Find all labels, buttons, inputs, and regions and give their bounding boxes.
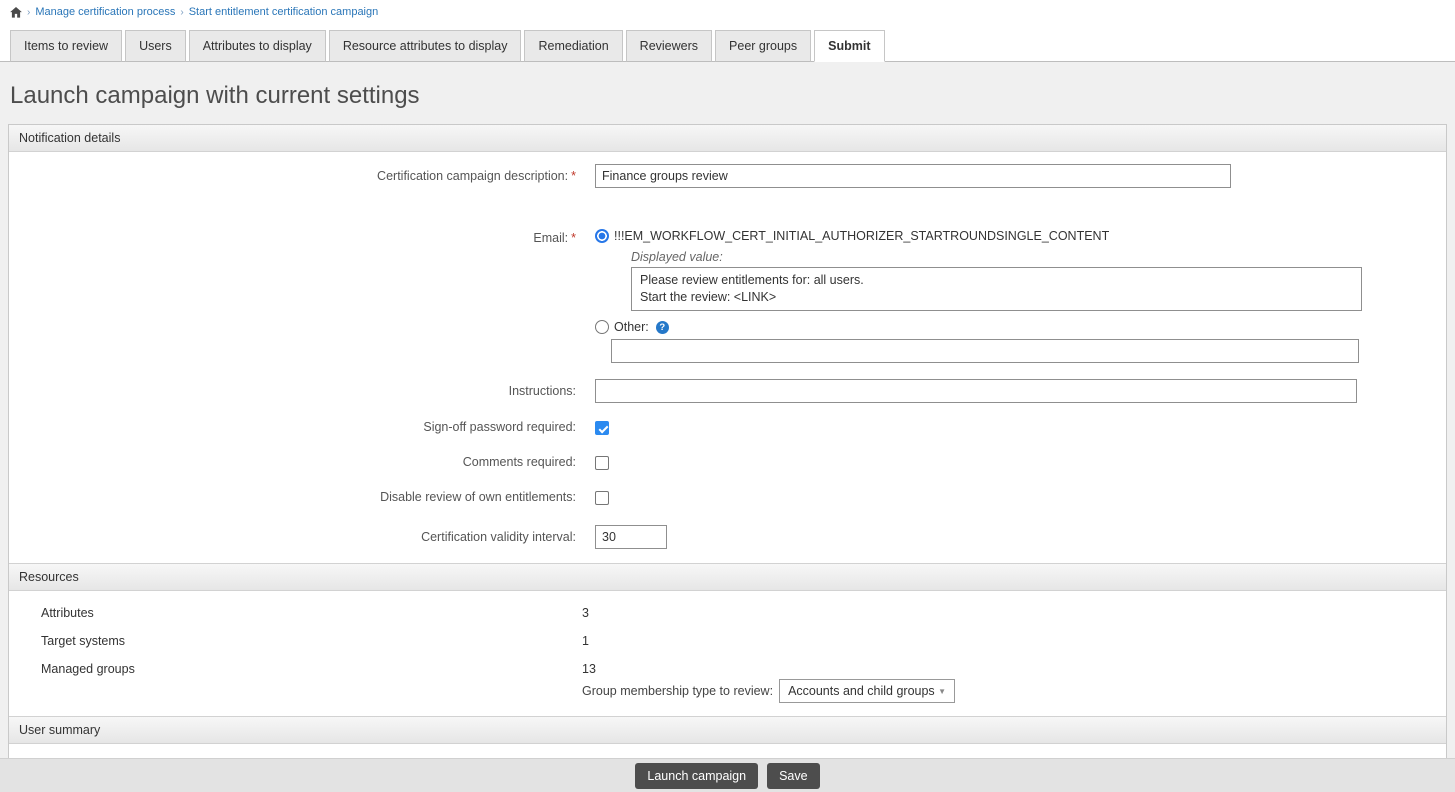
tab-items-to-review[interactable]: Items to review — [10, 30, 122, 62]
email-other-label: Other: — [614, 320, 649, 334]
user-summary-header: User summary — [9, 716, 1446, 744]
email-label: Email:* — [9, 229, 595, 245]
resources-header: Resources — [9, 563, 1446, 591]
tab-bar: Items to review Users Attributes to disp… — [0, 20, 1455, 62]
disable-own-entitlements-checkbox[interactable] — [595, 491, 609, 505]
tab-resource-attributes-to-display[interactable]: Resource attributes to display — [329, 30, 522, 62]
tab-reviewers[interactable]: Reviewers — [626, 30, 712, 62]
attributes-value: 3 — [574, 606, 1446, 620]
launch-campaign-button[interactable]: Launch campaign — [635, 763, 758, 789]
email-row: Email:* !!!EM_WORKFLOW_CERT_INITIAL_AUTH… — [9, 229, 1446, 363]
disable-own-entitlements-label: Disable review of own entitlements: — [9, 490, 595, 504]
email-preview-box: Please review entitlements for: all user… — [631, 267, 1362, 311]
breadcrumb-separator: › — [27, 7, 30, 18]
group-membership-type-select[interactable]: Accounts and child groups ▼ — [779, 679, 955, 703]
validity-interval-row: Certification validity interval: — [9, 525, 1446, 549]
settings-panel: Notification details Certification campa… — [8, 124, 1447, 758]
instructions-row: Instructions: — [9, 379, 1446, 403]
breadcrumb-link-manage-certification[interactable]: Manage certification process — [35, 6, 175, 18]
validity-interval-input[interactable] — [595, 525, 667, 549]
comments-required-checkbox[interactable] — [595, 456, 609, 470]
instructions-label: Instructions: — [9, 379, 595, 398]
main-content: Launch campaign with current settings No… — [0, 62, 1455, 758]
managed-groups-label: Managed groups — [9, 662, 574, 703]
notification-details-header: Notification details — [9, 125, 1446, 152]
disable-own-entitlements-row: Disable review of own entitlements: — [9, 490, 1446, 510]
attributes-label: Attributes — [9, 606, 574, 620]
tab-submit[interactable]: Submit — [814, 30, 884, 62]
comments-required-row: Comments required: — [9, 455, 1446, 475]
managed-groups-value: 13 — [582, 662, 1446, 676]
required-marker: * — [571, 169, 576, 183]
email-template-option-label: !!!EM_WORKFLOW_CERT_INITIAL_AUTHORIZER_S… — [614, 229, 1109, 243]
signoff-password-row: Sign-off password required: — [9, 420, 1446, 440]
signoff-password-checkbox[interactable] — [595, 421, 609, 435]
required-marker: * — [571, 231, 576, 245]
tab-peer-groups[interactable]: Peer groups — [715, 30, 811, 62]
resources-row-attributes: Attributes 3 — [9, 599, 1446, 627]
notification-details-section: Notification details Certification campa… — [9, 125, 1446, 563]
help-icon[interactable]: ? — [656, 321, 669, 334]
comments-required-label: Comments required: — [9, 455, 595, 469]
email-preview-line1: Please review entitlements for: all user… — [640, 272, 1353, 289]
instructions-input[interactable] — [595, 379, 1357, 403]
breadcrumb: › Manage certification process › Start e… — [0, 0, 1455, 20]
signoff-password-label: Sign-off password required: — [9, 420, 595, 434]
campaign-description-row: Certification campaign description:* — [9, 164, 1446, 188]
resources-section: Resources Attributes 3 Target systems 1 … — [9, 563, 1446, 716]
campaign-description-label: Certification campaign description:* — [9, 164, 595, 183]
chevron-down-icon: ▼ — [938, 687, 946, 696]
group-membership-type-selected-value: Accounts and child groups — [788, 684, 935, 698]
tab-remediation[interactable]: Remediation — [524, 30, 622, 62]
tab-attributes-to-display[interactable]: Attributes to display — [189, 30, 326, 62]
save-button[interactable]: Save — [767, 763, 820, 789]
email-preview-line2: Start the review: <LINK> — [640, 289, 1353, 306]
target-systems-label: Target systems — [9, 634, 574, 648]
breadcrumb-separator: › — [180, 7, 183, 18]
tab-users[interactable]: Users — [125, 30, 186, 62]
action-bar: Launch campaign Save — [0, 758, 1455, 792]
group-membership-type-label: Group membership type to review: — [582, 684, 773, 698]
email-template-radio[interactable] — [595, 229, 609, 243]
resources-row-managed-groups: Managed groups 13 Group membership type … — [9, 655, 1446, 710]
target-systems-value: 1 — [574, 634, 1446, 648]
resources-row-target-systems: Target systems 1 — [9, 627, 1446, 655]
campaign-description-input[interactable] — [595, 164, 1231, 188]
breadcrumb-link-start-campaign[interactable]: Start entitlement certification campaign — [189, 6, 379, 18]
displayed-value-label: Displayed value: — [631, 250, 1446, 264]
validity-interval-label: Certification validity interval: — [9, 525, 595, 544]
email-other-input[interactable] — [611, 339, 1359, 363]
home-icon[interactable] — [10, 7, 22, 18]
page-title: Launch campaign with current settings — [10, 82, 1455, 110]
email-other-radio[interactable] — [595, 320, 609, 334]
user-summary-section: User summary All users having selected e… — [9, 716, 1446, 758]
